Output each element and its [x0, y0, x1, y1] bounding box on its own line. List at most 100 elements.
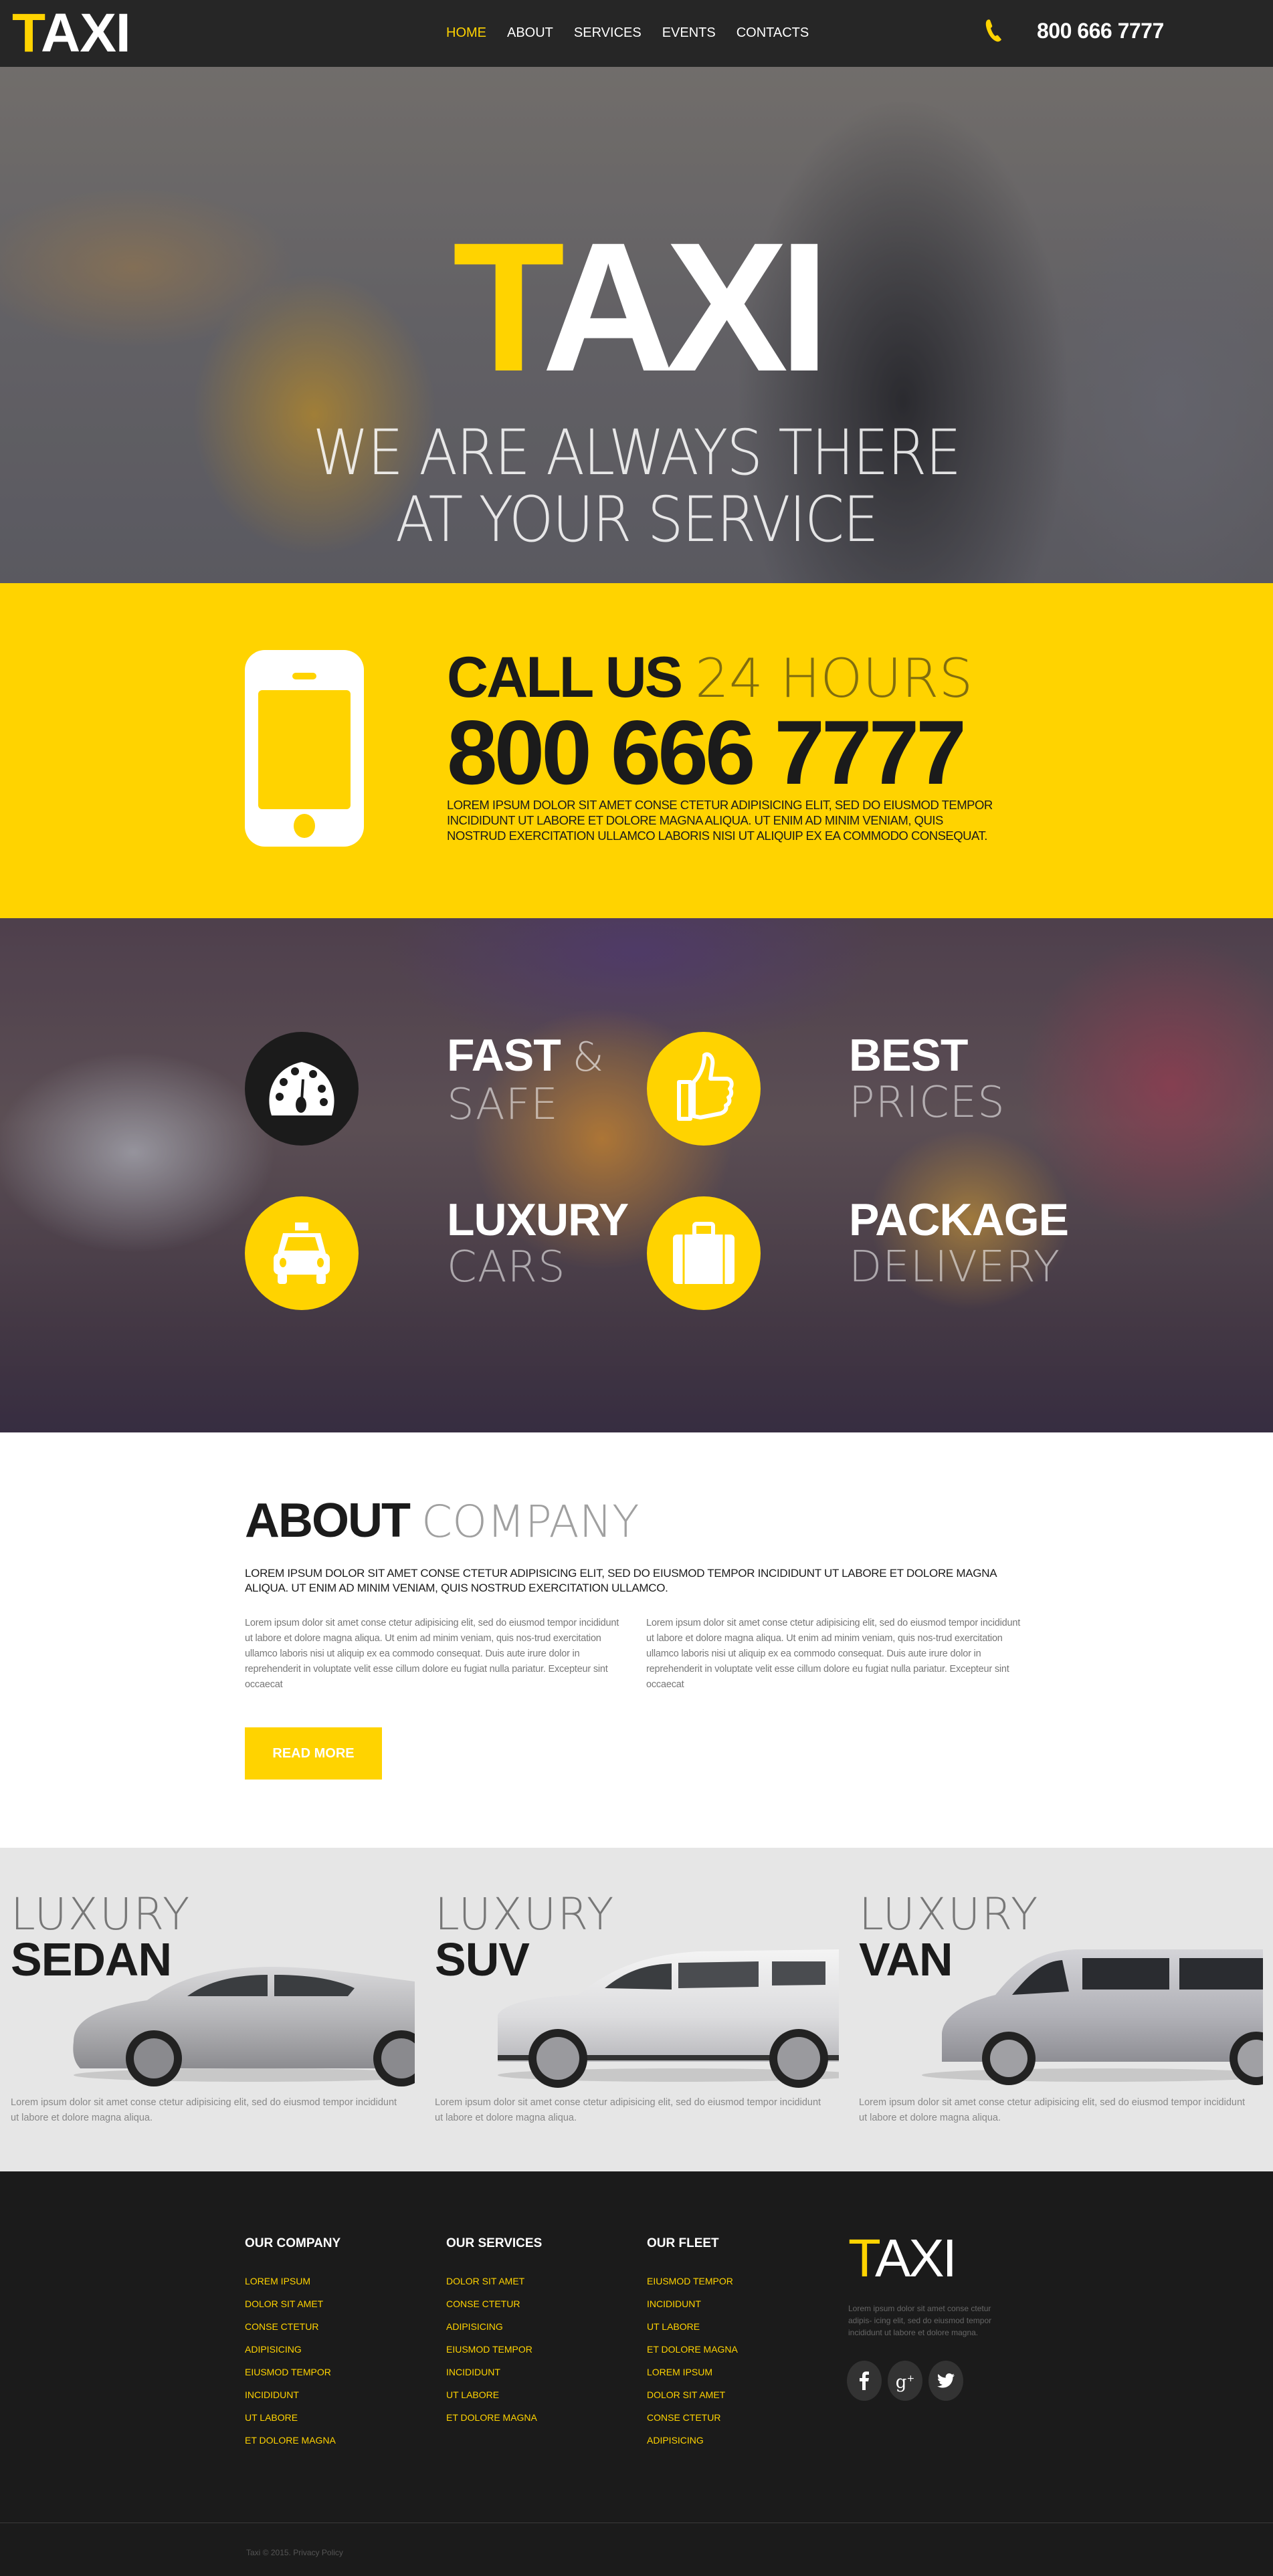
feature-luxury-cars: LUXURY CARS [245, 1196, 629, 1310]
footer-link[interactable]: CONSE CTETUR [647, 2406, 738, 2429]
fleet-card-sedan[interactable]: LUXURY SEDAN Lorem ipsum dolor sit amet … [0, 1848, 424, 2171]
footer-link[interactable]: EIUSMOD TEMPOR [647, 2270, 738, 2292]
facebook-icon [860, 2371, 869, 2390]
footer-link[interactable]: UT LABORE [647, 2315, 738, 2338]
fleet-card-desc: Lorem ipsum dolor sit amet conse ctetur … [859, 2097, 1246, 2123]
feature-icon-circle [245, 1196, 359, 1310]
fleet-card-type: SUV [435, 1933, 530, 1985]
feature-icon-circle [647, 1032, 761, 1146]
fleet-card-light: LUXURY [435, 1889, 615, 1940]
fleet-card-desc: Lorem ipsum dolor sit amet conse ctetur … [435, 2097, 821, 2123]
footer-link[interactable]: DOLOR SIT AMET [446, 2270, 542, 2292]
twitter-button[interactable] [928, 2361, 963, 2401]
feature-text: FAST & SAFE [447, 1032, 603, 1129]
about-heading-light: COMPANY [421, 1496, 640, 1547]
footer-link[interactable]: UT LABORE [446, 2383, 542, 2406]
feature-bold: FAST [447, 1030, 561, 1081]
about-section: ABOUT COMPANY Lorem ipsum dolor sit amet… [0, 1432, 1273, 1848]
hero-subtitle-line1: WE ARE ALWAYS THERE [312, 417, 961, 490]
footer-logo-rest: AXI [874, 2228, 957, 2288]
nav-services[interactable]: SERVICES [574, 25, 642, 41]
nav-about[interactable]: ABOUT [507, 25, 553, 41]
footer-link[interactable]: INCIDIDUNT [245, 2383, 340, 2406]
footer-column-title: OUR FLEET [647, 2236, 719, 2250]
footer-link[interactable]: EIUSMOD TEMPOR [245, 2361, 340, 2383]
feature-text: BEST PRICES [849, 1032, 1005, 1127]
fleet-card-light: LUXURY [11, 1889, 191, 1940]
call-number[interactable]: 800 666 7777 [447, 707, 1002, 798]
footer-column-title: OUR SERVICES [446, 2236, 543, 2250]
call-text: CALL US 24 HOURS 800 666 7777 Lorem ipsu… [447, 647, 1002, 843]
feature-best-prices: BEST PRICES [647, 1032, 1005, 1146]
hero-section: TAXI WE ARE ALWAYS THERE AT YOUR SERVICE [0, 67, 1273, 583]
footer-link[interactable]: LOREM IPSUM [245, 2270, 340, 2292]
feature-bold: LUXURY [447, 1194, 629, 1245]
call-description: Lorem ipsum dolor sit amet conse ctetur … [447, 798, 993, 843]
phone-icon [985, 19, 1001, 42]
footer-description: Lorem ipsum dolor sit amet conse ctetur … [848, 2304, 992, 2337]
footer-column-title: OUR COMPANY [245, 2236, 341, 2250]
fleet-card-suv[interactable]: LUXURY SUV Lorem ipsum dolor sit amet co… [424, 1848, 848, 2171]
fleet-card-light: LUXURY [859, 1889, 1040, 1940]
footer-link[interactable]: ADIPISICING [245, 2338, 340, 2361]
about-column-1: Lorem ipsum dolor sit amet conse ctetur … [245, 1618, 619, 1690]
feature-text: PACKAGE DELIVERY [849, 1194, 1069, 1292]
nav-home[interactable]: HOME [446, 25, 486, 41]
nav-contacts[interactable]: CONTACTS [737, 25, 809, 41]
about-lead: Lorem ipsum dolor sit amet conse ctetur … [245, 1567, 997, 1594]
header-phone: 800 666 7777 [983, 17, 1164, 44]
fleet-card-type: SEDAN [11, 1933, 172, 1985]
call-heading-light: 24 HOURS [695, 647, 973, 710]
call-section: CALL US 24 HOURS 800 666 7777 Lorem ipsu… [0, 583, 1273, 918]
read-more-button[interactable]: READ MORE [245, 1727, 382, 1780]
footer-link[interactable]: CONSE CTETUR [446, 2292, 542, 2315]
hero-title-rest: AXI [542, 205, 829, 410]
footer-logo[interactable]: TAXI [848, 2232, 957, 2285]
feature-thin: CARS [447, 1243, 566, 1292]
google-plus-button[interactable]: g+ [888, 2361, 922, 2401]
fleet-card-desc: Lorem ipsum dolor sit amet conse ctetur … [11, 2097, 397, 2123]
feature-bold: PACKAGE [849, 1194, 1069, 1245]
feature-icon-circle [647, 1196, 761, 1310]
footer-link[interactable]: DOLOR SIT AMET [245, 2292, 340, 2315]
feature-thin: PRICES [849, 1078, 1005, 1128]
footer-link[interactable]: INCIDIDUNT [446, 2361, 542, 2383]
footer-link[interactable]: EIUSMOD TEMPOR [446, 2338, 542, 2361]
footer-column-fleet: OUR FLEET EIUSMOD TEMPOR INCIDIDUNT UT L… [647, 2236, 738, 2452]
footer-column-company: OUR COMPANY LOREM IPSUM DOLOR SIT AMET C… [245, 2236, 340, 2452]
site-footer: OUR COMPANY LOREM IPSUM DOLOR SIT AMET C… [0, 2171, 1273, 2576]
footer-link[interactable]: ET DOLORE MAGNA [245, 2429, 340, 2452]
google-plus-icon: g+ [895, 2372, 915, 2393]
twitter-icon [937, 2373, 955, 2388]
footer-link[interactable]: CONSE CTETUR [245, 2315, 340, 2338]
feature-thin: SAFE [447, 1080, 559, 1130]
footer-link[interactable]: LOREM IPSUM [647, 2361, 738, 2383]
footer-link[interactable]: ET DOLORE MAGNA [446, 2406, 542, 2429]
hero-subtitle-line2: AT YOUR SERVICE [395, 484, 879, 556]
footer-link[interactable]: ADIPISICING [647, 2429, 738, 2452]
header-phone-number[interactable]: 800 666 7777 [1037, 19, 1164, 43]
fleet-card-type: VAN [859, 1933, 953, 1985]
social-links: g+ [847, 2361, 963, 2401]
footer-link[interactable]: ET DOLORE MAGNA [647, 2338, 738, 2361]
footer-logo-t: T [848, 2228, 877, 2288]
footer-link[interactable]: INCIDIDUNT [647, 2292, 738, 2315]
copyright[interactable]: Taxi © 2015. Privacy Policy [246, 2548, 343, 2557]
logo[interactable]: TAXI [12, 6, 131, 61]
feature-thin: DELIVERY [849, 1243, 1060, 1292]
feature-amp: & [572, 1034, 604, 1081]
hero-title-t: T [452, 205, 551, 410]
facebook-button[interactable] [847, 2361, 882, 2401]
footer-link[interactable]: DOLOR SIT AMET [647, 2383, 738, 2406]
fleet-card-van[interactable]: LUXURY VAN Lorem ipsum dolor sit amet co… [848, 1848, 1272, 2171]
nav-events[interactable]: EVENTS [662, 25, 716, 41]
logo-text: AXI [41, 3, 131, 64]
call-heading: CALL US 24 HOURS [447, 647, 1002, 709]
footer-link[interactable]: UT LABORE [245, 2406, 340, 2429]
suitcase-icon [673, 1222, 735, 1284]
feature-bold: BEST [849, 1030, 968, 1081]
fleet-section: LUXURY SEDAN Lorem ipsum dolor sit amet … [0, 1848, 1273, 2171]
hero-title: TAXI [0, 215, 1273, 399]
speedometer-icon [269, 1062, 334, 1115]
footer-link[interactable]: ADIPISICING [446, 2315, 542, 2338]
